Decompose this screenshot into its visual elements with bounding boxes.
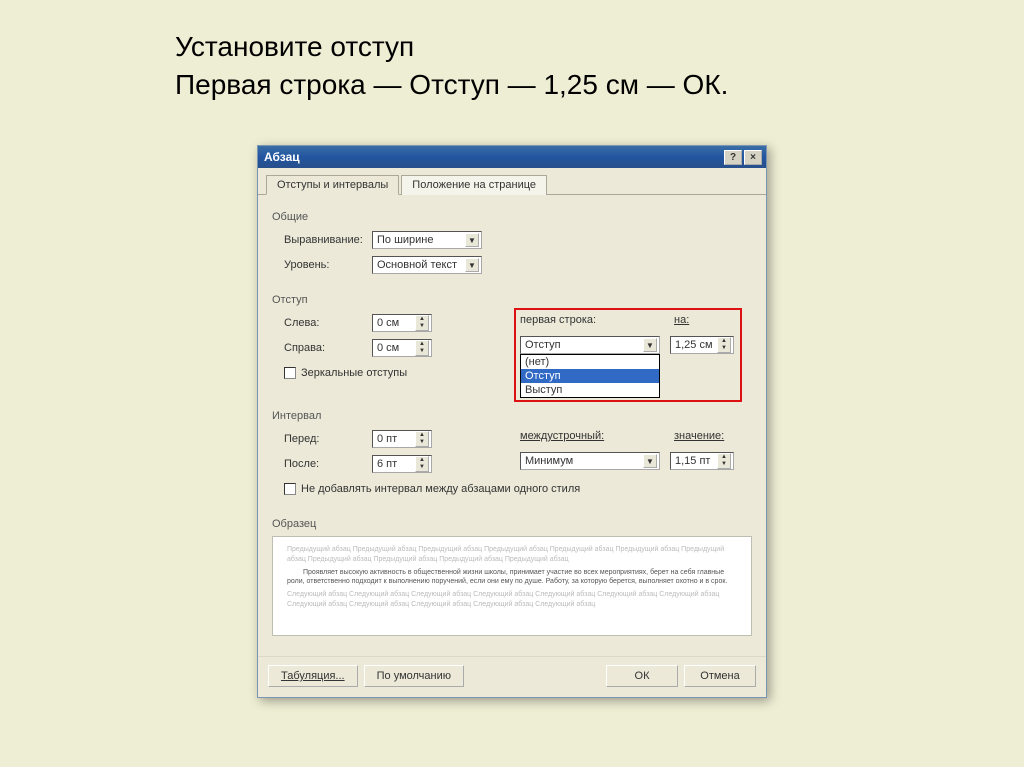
close-icon: × bbox=[750, 152, 756, 163]
option-indent[interactable]: Отступ bbox=[521, 369, 659, 383]
align-value: По ширине bbox=[377, 234, 434, 246]
instruction-text: Установите отступ Первая строка — Отступ… bbox=[175, 28, 728, 104]
spinner-icon: ▲▼ bbox=[415, 340, 429, 356]
value-label: значение: bbox=[674, 430, 724, 442]
ok-button[interactable]: ОК bbox=[606, 665, 678, 687]
right-label: Справа: bbox=[272, 342, 372, 354]
help-icon: ? bbox=[730, 152, 736, 163]
tabs-button[interactable]: Табуляция... bbox=[268, 665, 358, 687]
on-spin[interactable]: 1,25 см ▲▼ bbox=[670, 336, 734, 354]
left-label: Слева: bbox=[272, 317, 372, 329]
dialog-title: Абзац bbox=[264, 150, 722, 164]
titlebar[interactable]: Абзац ? × bbox=[258, 146, 766, 168]
close-button[interactable]: × bbox=[744, 150, 762, 165]
group-general: Общие bbox=[272, 211, 752, 223]
chevron-down-icon: ▼ bbox=[465, 258, 479, 272]
instruction-line2: Первая строка — Отступ — 1,25 см — ОК. bbox=[175, 69, 728, 100]
mirror-checkbox[interactable] bbox=[284, 367, 296, 379]
instruction-line1: Установите отступ bbox=[175, 31, 414, 62]
right-value: 0 см bbox=[377, 342, 399, 354]
spinner-icon: ▲▼ bbox=[717, 337, 731, 353]
group-spacing: Интервал bbox=[272, 410, 752, 422]
preview-sample: Проявляет высокую активность в обществен… bbox=[287, 568, 737, 588]
after-value: 6 пт bbox=[377, 458, 397, 470]
line-value: Минимум bbox=[525, 455, 573, 467]
value-value: 1,15 пт bbox=[675, 455, 710, 467]
align-combo[interactable]: По ширине ▼ bbox=[372, 231, 482, 249]
level-combo[interactable]: Основной текст ▼ bbox=[372, 256, 482, 274]
level-label: Уровень: bbox=[272, 259, 372, 271]
level-value: Основной текст bbox=[377, 259, 457, 271]
spinner-icon: ▲▼ bbox=[415, 431, 429, 447]
chevron-down-icon: ▼ bbox=[643, 454, 657, 468]
line-combo[interactable]: Минимум ▼ bbox=[520, 452, 660, 470]
line-label: междустрочный: bbox=[520, 430, 604, 442]
noadd-checkbox[interactable] bbox=[284, 483, 296, 495]
tab-indents[interactable]: Отступы и интервалы bbox=[266, 175, 399, 195]
firstline-label: первая строка: bbox=[520, 314, 596, 326]
preview-next: Следующий абзац Следующий абзац Следующи… bbox=[287, 590, 737, 610]
before-value: 0 пт bbox=[377, 433, 397, 445]
preview-box: Предыдущий абзац Предыдущий абзац Предыд… bbox=[272, 536, 752, 636]
after-label: После: bbox=[272, 458, 372, 470]
on-label: на: bbox=[674, 314, 689, 326]
cancel-button[interactable]: Отмена bbox=[684, 665, 756, 687]
chevron-down-icon: ▼ bbox=[643, 338, 657, 352]
option-none[interactable]: (нет) bbox=[521, 355, 659, 369]
spinner-icon: ▲▼ bbox=[415, 315, 429, 331]
button-row: Табуляция... По умолчанию ОК Отмена bbox=[258, 656, 766, 697]
left-spin[interactable]: 0 см ▲▼ bbox=[372, 314, 432, 332]
before-label: Перед: bbox=[272, 433, 372, 445]
spinner-icon: ▲▼ bbox=[415, 456, 429, 472]
right-spin[interactable]: 0 см ▲▼ bbox=[372, 339, 432, 357]
value-spin[interactable]: 1,15 пт ▲▼ bbox=[670, 452, 734, 470]
firstline-combo[interactable]: Отступ ▼ bbox=[520, 336, 660, 354]
group-preview: Образец bbox=[272, 518, 752, 530]
mirror-label: Зеркальные отступы bbox=[301, 367, 407, 379]
paragraph-dialog: Абзац ? × Отступы и интервалы Положение … bbox=[257, 145, 767, 698]
tab-position[interactable]: Положение на странице bbox=[401, 175, 547, 195]
on-value: 1,25 см bbox=[675, 339, 713, 351]
before-spin[interactable]: 0 пт ▲▼ bbox=[372, 430, 432, 448]
tabs: Отступы и интервалы Положение на страниц… bbox=[258, 168, 766, 195]
align-label: Выравнивание: bbox=[272, 234, 372, 246]
noadd-label: Не добавлять интервал между абзацами одн… bbox=[301, 483, 580, 495]
firstline-dropdown[interactable]: (нет) Отступ Выступ bbox=[520, 354, 660, 398]
spinner-icon: ▲▼ bbox=[717, 453, 731, 469]
chevron-down-icon: ▼ bbox=[465, 233, 479, 247]
group-indent: Отступ bbox=[272, 294, 752, 306]
preview-prev: Предыдущий абзац Предыдущий абзац Предыд… bbox=[287, 545, 737, 565]
default-button[interactable]: По умолчанию bbox=[364, 665, 464, 687]
firstline-value: Отступ bbox=[525, 339, 561, 351]
left-value: 0 см bbox=[377, 317, 399, 329]
option-hanging[interactable]: Выступ bbox=[521, 383, 659, 397]
help-button[interactable]: ? bbox=[724, 150, 742, 165]
after-spin[interactable]: 6 пт ▲▼ bbox=[372, 455, 432, 473]
